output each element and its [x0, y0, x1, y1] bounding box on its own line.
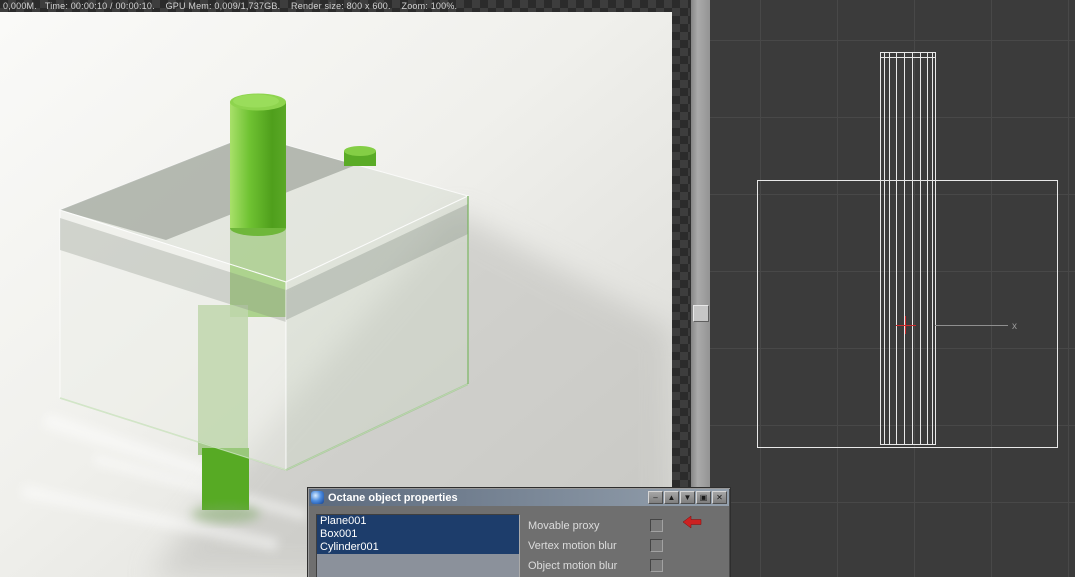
dialog-title: Octane object properties	[328, 491, 458, 504]
list-item-cylinder001[interactable]: Cylinder001	[317, 541, 519, 554]
green-cylinder	[230, 93, 286, 236]
application-window: 0,000M. Time: 00:00:10 / 00:00:10. GPU M…	[0, 0, 1075, 577]
x-axis-label: x	[1012, 321, 1017, 332]
list-item-plane001[interactable]: Plane001	[317, 515, 519, 528]
window-buttons: – ▲ ▼ ▣ ✕	[648, 491, 727, 504]
option-row-object-motion-blur: Object motion blur	[528, 559, 663, 572]
option-label-vertex-motion-blur: Vertex motion blur	[528, 539, 617, 552]
object-list[interactable]: Plane001 Box001 Cylinder001	[316, 514, 520, 577]
max-front-viewport[interactable]: x	[710, 0, 1075, 577]
option-label-object-motion-blur: Object motion blur	[528, 559, 618, 572]
viewport-canvas[interactable]: x	[710, 0, 1075, 577]
scrollbar-thumb[interactable]	[693, 305, 709, 322]
option-label-movable-proxy: Movable proxy	[528, 519, 600, 532]
small-green-cylinder	[344, 146, 376, 166]
octane-logo-icon	[311, 491, 324, 504]
checkbox-object-motion-blur[interactable]	[650, 559, 663, 572]
list-item-box001[interactable]: Box001	[317, 528, 519, 541]
octane-object-properties-dialog: Octane object properties – ▲ ▼ ▣ ✕ Plane…	[307, 487, 731, 577]
dialog-titlebar[interactable]: Octane object properties – ▲ ▼ ▣ ✕	[309, 489, 729, 506]
option-row-vertex-motion-blur: Vertex motion blur	[528, 539, 663, 552]
checkbox-vertex-motion-blur[interactable]	[650, 539, 663, 552]
mouse-cursor-arrow	[682, 515, 702, 529]
shade-down-button[interactable]: ▼	[680, 491, 695, 504]
close-button[interactable]: ✕	[712, 491, 727, 504]
minimize-button[interactable]: –	[648, 491, 663, 504]
shade-up-button[interactable]: ▲	[664, 491, 679, 504]
checkbox-movable-proxy[interactable]	[650, 519, 663, 532]
restore-button[interactable]: ▣	[696, 491, 711, 504]
render-status-bar: 0,000M. Time: 00:00:10 / 00:00:10. GPU M…	[3, 1, 458, 11]
option-row-movable-proxy: Movable proxy	[528, 519, 663, 532]
